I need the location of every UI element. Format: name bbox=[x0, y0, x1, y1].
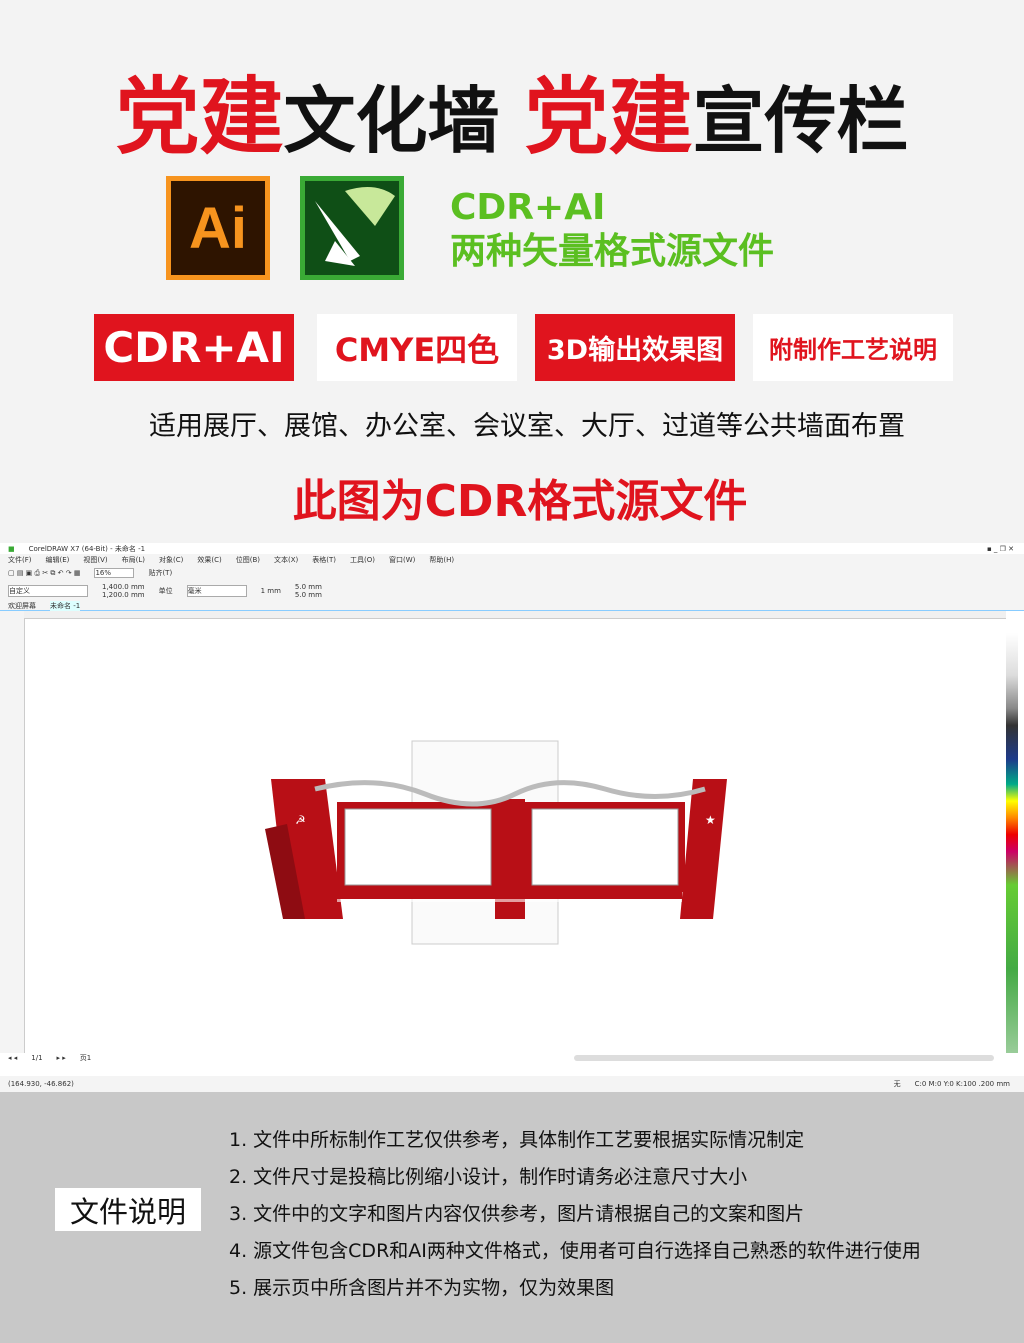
document-tabs: 欢迎屏幕 未命名 -1 bbox=[0, 600, 1024, 611]
menu-text[interactable]: 文本(X) bbox=[274, 555, 298, 565]
note-item: 1. 文件中所标制作工艺仅供参考，具体制作工艺要根据实际情况制定 bbox=[229, 1129, 805, 1151]
badge-craft: 附制作工艺说明 bbox=[753, 314, 953, 381]
preset-select[interactable]: 自定义 bbox=[8, 585, 88, 597]
coreldraw-logo bbox=[300, 176, 404, 280]
menu-object[interactable]: 对象(C) bbox=[159, 555, 183, 565]
outline-status: C:0 M:0 Y:0 K:100 .200 mm bbox=[914, 1080, 1010, 1088]
status-bar: (164.930, -46.862) 无 C:0 M:0 Y:0 K:100 .20… bbox=[0, 1076, 1024, 1092]
unit-select[interactable]: 毫米 bbox=[186, 585, 247, 597]
menu-bar: 文件(F) 编辑(E) 视图(V) 布局(L) 对象(C) 效果(C) 位图(B) 文本(X)… bbox=[0, 554, 1024, 565]
drawing-canvas[interactable]: ☭ ★ bbox=[24, 619, 1006, 1059]
menu-view[interactable]: 视图(V) bbox=[83, 555, 107, 565]
illustrator-logo: Ai bbox=[166, 176, 270, 280]
svg-text:☭: ☭ bbox=[295, 813, 306, 827]
page-nav-buttons[interactable]: ◂ ◂ bbox=[8, 1054, 17, 1062]
menu-window[interactable]: 窗口(W) bbox=[389, 555, 415, 565]
menu-tools[interactable]: 工具(O) bbox=[350, 555, 375, 565]
note-item: 2. 文件尺寸是投稿比例缩小设计，制作时请务必注意尺寸大小 bbox=[229, 1166, 748, 1188]
svg-text:★: ★ bbox=[705, 813, 716, 827]
zoom-select[interactable]: 16% bbox=[94, 568, 135, 578]
badge-cmyk: CMYE四色 bbox=[317, 314, 517, 381]
fill-status: 无 bbox=[893, 1080, 901, 1088]
menu-table[interactable]: 表格(T) bbox=[312, 555, 336, 565]
notes-title: 文件说明 bbox=[55, 1188, 201, 1231]
property-bar: 自定义 1,400.0 mm 1,200.0 mm 单位 毫米 1 mm 5.0 mm 5.0… bbox=[0, 581, 1024, 601]
party-wall-drawing: ☭ ★ bbox=[265, 740, 727, 945]
nudge-field[interactable]: 1 mm bbox=[261, 587, 281, 595]
menu-bitmap[interactable]: 位图(B) bbox=[236, 555, 260, 565]
usage-text: 适用展厅、展馆、办公室、会议室、大厅、过道等公共墙面布置 bbox=[149, 411, 905, 442]
page-navigator: ◂ ◂ 1/1 ▸ ▸ 页1 bbox=[0, 1053, 1024, 1063]
page-height[interactable]: 1,200.0 mm bbox=[102, 591, 145, 599]
menu-edit[interactable]: 编辑(E) bbox=[46, 555, 70, 565]
menu-effects[interactable]: 效果(C) bbox=[197, 555, 221, 565]
page-width[interactable]: 1,400.0 mm bbox=[102, 583, 145, 591]
page-tab[interactable]: 页1 bbox=[80, 1053, 91, 1063]
color-palette[interactable] bbox=[1006, 633, 1018, 1053]
menu-file[interactable]: 文件(F) bbox=[8, 555, 32, 565]
title-bar: ■ CorelDRAW X7 (64-Bit) - 未命名 -1 ▪ _ ❐ ✕ bbox=[0, 543, 1024, 554]
menu-layout[interactable]: 布局(L) bbox=[122, 555, 145, 565]
snap-button[interactable]: 贴齐(T) bbox=[148, 568, 172, 578]
badge-3d: 3D输出效果图 bbox=[535, 314, 735, 381]
badge-cdr-ai: CDR+AI bbox=[94, 314, 294, 381]
toolbox[interactable] bbox=[0, 611, 24, 1061]
standard-toolbar: ▢ ▤ ▣ ⎙ ✂ ⧉ ↶ ↷ ▦ 16% 贴齐(T) bbox=[0, 565, 1024, 581]
tab-document[interactable]: 未命名 -1 bbox=[50, 600, 81, 611]
cursor-coords: (164.930, -46.862) bbox=[8, 1080, 74, 1088]
note-item: 3. 文件中的文字和图片内容仅供参考，图片请根据自己的文案和图片 bbox=[229, 1203, 805, 1225]
note-item: 5. 展示页中所含图片并不为实物，仅为效果图 bbox=[229, 1277, 615, 1299]
coreldraw-window: ■ CorelDRAW X7 (64-Bit) - 未命名 -1 ▪ _ ❐ ✕ 文… bbox=[0, 543, 1024, 1092]
tab-welcome[interactable]: 欢迎屏幕 bbox=[8, 601, 36, 611]
app-icon: ■ bbox=[8, 544, 15, 553]
format-text: CDR+AI 两种矢量格式源文件 bbox=[450, 187, 775, 272]
note-item: 4. 源文件包含CDR和AI两种文件格式，使用者可自行选择自己熟悉的软件进行使用 bbox=[229, 1240, 921, 1262]
menu-help[interactable]: 帮助(H) bbox=[429, 555, 454, 565]
horizontal-scrollbar[interactable] bbox=[574, 1055, 994, 1061]
window-controls[interactable]: ▪ _ ❐ ✕ bbox=[987, 545, 1024, 553]
subtitle: 此图为CDR格式源文件 bbox=[292, 476, 748, 527]
toolbar-icons[interactable]: ▢ ▤ ▣ ⎙ ✂ ⧉ ↶ ↷ ▦ bbox=[8, 569, 80, 578]
horizontal-ruler bbox=[24, 611, 1006, 619]
page-title: 党建文化墙 党建宣传栏 bbox=[115, 68, 909, 166]
